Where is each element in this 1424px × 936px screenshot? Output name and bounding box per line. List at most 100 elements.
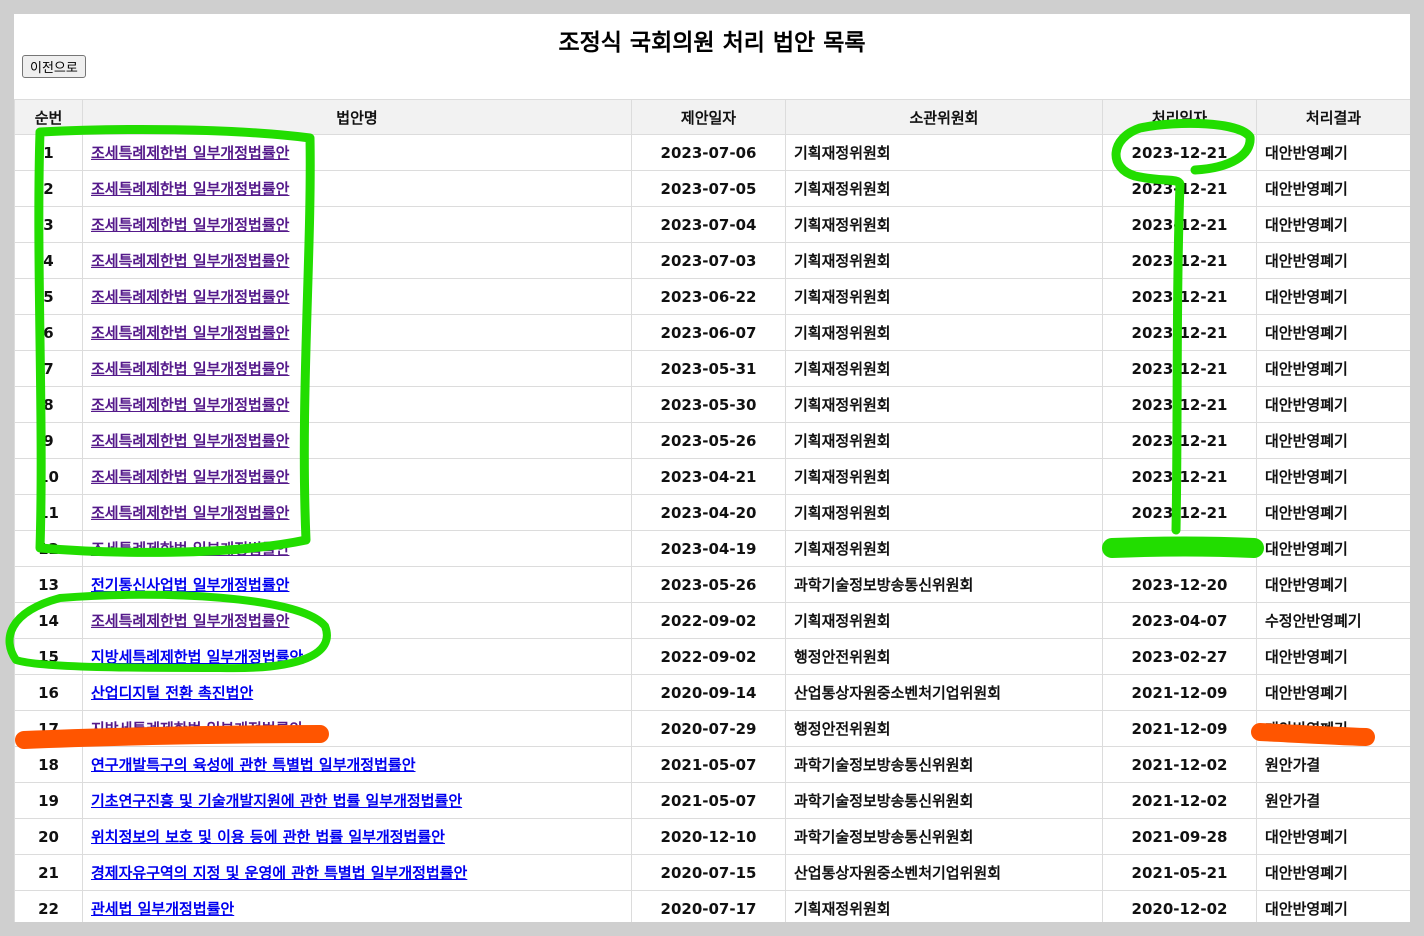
cell-proposed-date: 2023-05-31 (631, 350, 786, 387)
cell-processed-date: 2023-12-20 (1102, 566, 1257, 603)
table-row: 11 조세특례제한법 일부개정법률안 2023-04-20 기획재정위원회 2023-1… (14, 494, 1410, 531)
cell-no: 3 (14, 206, 83, 243)
table-row: 4 조세특례제한법 일부개정법률안 2023-07-03 기획재정위원회 2023-12… (14, 242, 1410, 279)
cell-proposed-date: 2023-04-20 (631, 494, 786, 531)
cell-processed-date: 2023-12-21 (1102, 134, 1257, 171)
cell-result: 대안반영폐기 (1256, 422, 1410, 459)
cell-proposed-date: 2023-06-07 (631, 314, 786, 351)
header-no: 순번 (14, 99, 83, 135)
cell-result: 원안가결 (1256, 782, 1410, 819)
table-row: 9 조세특례제한법 일부개정법률안 2023-05-26 기획재정위원회 2023-12… (14, 422, 1410, 459)
cell-proposed-date: 2020-07-17 (631, 890, 786, 922)
bill-name-link[interactable]: 조세특례제한법 일부개정법률안 (91, 612, 289, 630)
cell-result: 대안반영폐기 (1256, 314, 1410, 351)
cell-proposed-date: 2022-09-02 (631, 638, 786, 675)
cell-processed-date: 2023-12-21 (1102, 170, 1257, 207)
bill-name-link[interactable]: 경제자유구역의 지정 및 운영에 관한 특별법 일부개정법률안 (91, 864, 467, 882)
cell-result: 대안반영폐기 (1256, 458, 1410, 495)
bill-name-link[interactable]: 조세특례제한법 일부개정법률안 (91, 468, 289, 486)
cell-result: 대안반영폐기 (1256, 206, 1410, 243)
cell-no: 8 (14, 386, 83, 423)
bill-name-link[interactable]: 지방세특례제한법 일부개정법률안 (91, 648, 303, 666)
table-row: 2 조세특례제한법 일부개정법률안 2023-07-05 기획재정위원회 2023-12… (14, 170, 1410, 207)
cell-committee: 기획재정위원회 (785, 602, 1103, 639)
cell-processed-date: 2023-12-21 (1102, 314, 1257, 351)
cell-committee: 산업통상자원중소벤처기업위원회 (785, 854, 1103, 891)
cell-processed-date: 2021-05-21 (1102, 854, 1257, 891)
cell-proposed-date: 2023-05-26 (631, 422, 786, 459)
cell-no: 4 (14, 242, 83, 279)
bill-name-link[interactable]: 조세특례제한법 일부개정법률안 (91, 396, 289, 414)
cell-committee: 기획재정위원회 (785, 206, 1103, 243)
cell-no: 18 (14, 746, 83, 783)
cell-proposed-date: 2023-04-19 (631, 530, 786, 567)
cell-bill-name: 조세특례제한법 일부개정법률안 (82, 530, 632, 567)
bill-name-link[interactable]: 전기통신사업법 일부개정법률안 (91, 576, 289, 594)
bill-name-link[interactable]: 조세특례제한법 일부개정법률안 (91, 504, 289, 522)
bill-name-link[interactable]: 조세특례제한법 일부개정법률안 (91, 288, 289, 306)
bill-name-link[interactable]: 기초연구진흥 및 기술개발지원에 관한 법률 일부개정법률안 (91, 792, 462, 810)
bill-name-link[interactable]: 조세특례제한법 일부개정법률안 (91, 180, 289, 198)
cell-proposed-date: 2021-05-07 (631, 782, 786, 819)
cell-committee: 과학기술정보방송통신위원회 (785, 566, 1103, 603)
cell-processed-date: 2023-12-21 (1102, 278, 1257, 315)
cell-no: 7 (14, 350, 83, 387)
page-title: 조정식 국회의원 처리 법안 목록 (558, 30, 866, 56)
cell-result: 대안반영폐기 (1256, 530, 1410, 567)
bill-name-link[interactable]: 위치정보의 보호 및 이용 등에 관한 법률 일부개정법률안 (91, 828, 445, 846)
cell-bill-name: 산업디지털 전환 촉진법안 (82, 674, 632, 711)
cell-bill-name: 조세특례제한법 일부개정법률안 (82, 350, 632, 387)
cell-no: 20 (14, 818, 83, 855)
cell-proposed-date: 2020-09-14 (631, 674, 786, 711)
bill-name-link[interactable]: 조세특례제한법 일부개정법률안 (91, 540, 289, 558)
cell-bill-name: 경제자유구역의 지정 및 운영에 관한 특별법 일부개정법률안 (82, 854, 632, 891)
cell-no: 12 (14, 530, 83, 567)
header-result: 처리결과 (1256, 99, 1410, 135)
cell-bill-name: 전기통신사업법 일부개정법률안 (82, 566, 632, 603)
cell-committee: 기획재정위원회 (785, 386, 1103, 423)
table-row: 1 조세특례제한법 일부개정법률안 2023-07-06 기획재정위원회 2023-12… (14, 134, 1410, 171)
cell-result: 대안반영폐기 (1256, 818, 1410, 855)
table-row: 6 조세특례제한법 일부개정법률안 2023-06-07 기획재정위원회 2023-12… (14, 314, 1410, 351)
cell-proposed-date: 2020-07-29 (631, 710, 786, 747)
cell-committee: 기획재정위원회 (785, 134, 1103, 171)
cell-proposed-date: 2023-05-26 (631, 566, 786, 603)
cell-proposed-date: 2021-05-07 (631, 746, 786, 783)
bill-name-link[interactable]: 관세법 일부개정법률안 (91, 900, 234, 918)
bill-name-link[interactable]: 지방세특례제한법 일부개정법률안 (91, 720, 303, 738)
cell-result: 대안반영폐기 (1256, 890, 1410, 922)
cell-processed-date: 2023-12-21 (1102, 386, 1257, 423)
bill-name-link[interactable]: 조세특례제한법 일부개정법률안 (91, 216, 289, 234)
cell-bill-name: 조세특례제한법 일부개정법률안 (82, 602, 632, 639)
cell-bill-name: 지방세특례제한법 일부개정법률안 (82, 638, 632, 675)
cell-committee: 기획재정위원회 (785, 278, 1103, 315)
cell-bill-name: 기초연구진흥 및 기술개발지원에 관한 법률 일부개정법률안 (82, 782, 632, 819)
cell-result: 대안반영폐기 (1256, 854, 1410, 891)
cell-no: 19 (14, 782, 83, 819)
bill-name-link[interactable]: 조세특례제한법 일부개정법률안 (91, 144, 289, 162)
cell-committee: 기획재정위원회 (785, 422, 1103, 459)
table-row: 22 관세법 일부개정법률안 2020-07-17 기획재정위원회 2020-12-02… (14, 890, 1410, 922)
bill-name-link[interactable]: 조세특례제한법 일부개정법률안 (91, 324, 289, 342)
cell-result: 원안가결 (1256, 746, 1410, 783)
bill-name-link[interactable]: 연구개발특구의 육성에 관한 특별법 일부개정법률안 (91, 756, 416, 774)
bill-name-link[interactable]: 조세특례제한법 일부개정법률안 (91, 432, 289, 450)
cell-no: 15 (14, 638, 83, 675)
bill-name-link[interactable]: 조세특례제한법 일부개정법률안 (91, 360, 289, 378)
cell-bill-name: 연구개발특구의 육성에 관한 특별법 일부개정법률안 (82, 746, 632, 783)
bill-name-link[interactable]: 조세특례제한법 일부개정법률안 (91, 252, 289, 270)
cell-processed-date: 2023-12-21 (1102, 206, 1257, 243)
table-row: 16 산업디지털 전환 촉진법안 2020-09-14 산업통상자원중소벤처기업위원회… (14, 674, 1410, 711)
cell-bill-name: 조세특례제한법 일부개정법률안 (82, 422, 632, 459)
cell-processed-date: 2023-12-21 (1102, 242, 1257, 279)
cell-bill-name: 조세특례제한법 일부개정법률안 (82, 386, 632, 423)
cell-proposed-date: 2023-06-22 (631, 278, 786, 315)
cell-no: 10 (14, 458, 83, 495)
bill-name-link[interactable]: 산업디지털 전환 촉진법안 (91, 684, 253, 702)
cell-proposed-date: 2023-05-30 (631, 386, 786, 423)
cell-no: 11 (14, 494, 83, 531)
table-header-row: 순번 법안명 제안일자 소관위원회 처리일자 처리결과 (14, 99, 1410, 135)
cell-bill-name: 조세특례제한법 일부개정법률안 (82, 278, 632, 315)
cell-processed-date: 2021-09-28 (1102, 818, 1257, 855)
back-button[interactable]: 이전으로 (22, 55, 86, 78)
